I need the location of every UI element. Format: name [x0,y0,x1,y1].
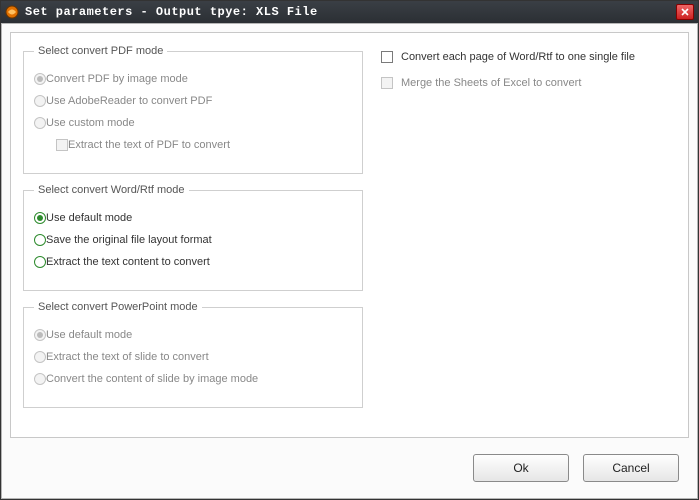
radio-word-extract-text[interactable]: Extract the text content to convert [34,256,352,268]
group-pdf-legend: Select convert PDF mode [34,45,167,57]
group-word-legend: Select convert Word/Rtf mode [34,184,189,196]
radio-label: Use AdobeReader to convert PDF [46,96,212,107]
app-icon [5,5,19,19]
radio-ppt-extract-text: Extract the text of slide to convert [34,351,352,363]
radio-label: Use default mode [46,213,132,224]
checkbox-label: Extract the text of PDF to convert [68,140,230,151]
radio-icon [34,117,46,129]
checkbox-pdf-extract-text: Extract the text of PDF to convert [56,139,352,151]
radio-icon [34,73,46,85]
columns: Select convert PDF mode Convert PDF by i… [23,45,676,418]
radio-label: Use default mode [46,330,132,341]
radio-pdf-custom-mode: Use custom mode [34,117,352,129]
radio-label: Use custom mode [46,118,135,129]
radio-icon [34,329,46,341]
window-title: Set parameters - Output tpye: XLS File [25,5,676,19]
checkbox-label: Convert each page of Word/Rtf to one sin… [401,52,635,63]
radio-word-original-layout[interactable]: Save the original file layout format [34,234,352,246]
group-word-mode: Select convert Word/Rtf mode Use default… [23,184,363,291]
right-column: Convert each page of Word/Rtf to one sin… [381,45,676,418]
checkbox-word-page-single-file[interactable]: Convert each page of Word/Rtf to one sin… [381,51,676,63]
cancel-button[interactable]: Cancel [583,454,679,482]
radio-pdf-adobereader: Use AdobeReader to convert PDF [34,95,352,107]
ok-button[interactable]: Ok [473,454,569,482]
close-icon [681,8,689,16]
radio-label: Convert the content of slide by image mo… [46,374,258,385]
dialog-window: Set parameters - Output tpye: XLS File S… [0,0,699,500]
radio-icon [34,256,46,268]
checkbox-label: Merge the Sheets of Excel to convert [401,78,581,89]
group-pdf-mode: Select convert PDF mode Convert PDF by i… [23,45,363,174]
content-area: Select convert PDF mode Convert PDF by i… [10,32,689,438]
group-ppt-mode: Select convert PowerPoint mode Use defau… [23,301,363,408]
radio-label: Extract the text of slide to convert [46,352,209,363]
button-label: Ok [513,461,528,475]
radio-icon [34,212,46,224]
radio-icon [34,351,46,363]
radio-ppt-default: Use default mode [34,329,352,341]
dialog-body: Select convert PDF mode Convert PDF by i… [1,23,698,499]
checkbox-merge-excel-sheets: Merge the Sheets of Excel to convert [381,77,676,89]
close-button[interactable] [676,4,694,20]
button-label: Cancel [612,461,649,475]
radio-label: Convert PDF by image mode [46,74,188,85]
titlebar: Set parameters - Output tpye: XLS File [1,1,698,23]
checkbox-icon [381,51,393,63]
group-ppt-legend: Select convert PowerPoint mode [34,301,202,313]
checkbox-icon [381,77,393,89]
radio-icon [34,234,46,246]
radio-pdf-image-mode: Convert PDF by image mode [34,73,352,85]
radio-label: Extract the text content to convert [46,257,210,268]
left-column: Select convert PDF mode Convert PDF by i… [23,45,363,418]
radio-label: Save the original file layout format [46,235,212,246]
radio-icon [34,95,46,107]
radio-icon [34,373,46,385]
radio-word-default[interactable]: Use default mode [34,212,352,224]
checkbox-icon [56,139,68,151]
button-row: Ok Cancel [473,454,679,482]
radio-ppt-image-mode: Convert the content of slide by image mo… [34,373,352,385]
